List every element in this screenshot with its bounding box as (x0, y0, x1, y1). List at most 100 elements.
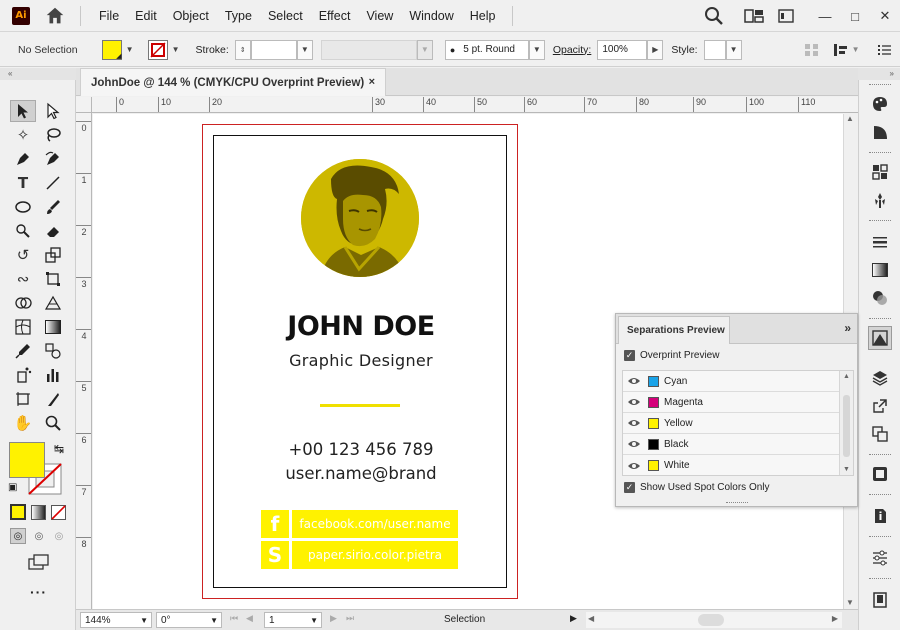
slice-tool-icon[interactable] (40, 388, 66, 410)
eraser-icon[interactable] (40, 220, 66, 242)
lasso-icon[interactable] (40, 124, 66, 146)
zoom-tool-icon[interactable] (40, 412, 66, 434)
column-graph-icon[interactable] (40, 364, 66, 386)
maximize-button[interactable]: □ (840, 0, 870, 32)
gradient-mode-button[interactable] (31, 505, 46, 520)
draw-behind-icon[interactable]: ◎ (31, 528, 47, 544)
eyedropper-icon[interactable] (10, 340, 36, 362)
symbols-panel-icon[interactable] (868, 188, 892, 212)
spot-colors-checkbox[interactable]: ✓ Show Used Spot Colors Only (624, 482, 770, 493)
perspective-grid-icon[interactable] (40, 292, 66, 314)
ink-list-scrollbar[interactable]: ▲ ▼ (839, 371, 853, 475)
dock-grip[interactable] (869, 454, 891, 457)
brush-select[interactable]: ● 5 pt. Round (444, 39, 529, 60)
magic-wand-icon[interactable]: ✧ (10, 124, 36, 146)
menu-edit[interactable]: Edit (127, 9, 165, 23)
scale-tool-icon[interactable] (40, 244, 66, 266)
horizontal-scrollbar[interactable]: ◀ ▶ (586, 612, 842, 628)
dock-grip[interactable] (869, 578, 891, 581)
panel-menu-icon[interactable]: » (844, 321, 851, 335)
ink-row-cyan[interactable]: Cyan (623, 371, 839, 392)
scroll-up-arrow[interactable]: ▲ (846, 114, 854, 123)
draw-inside-icon[interactable]: ◎ (51, 528, 67, 544)
menu-type[interactable]: Type (217, 9, 260, 23)
dock-grip[interactable] (869, 494, 891, 497)
ink-row-black[interactable]: Black (623, 434, 839, 455)
symbol-sprayer-icon[interactable] (10, 364, 36, 386)
warp-tool-icon[interactable]: ∾ (10, 268, 36, 290)
ruler-origin[interactable] (76, 97, 92, 112)
export-icon[interactable] (868, 394, 892, 418)
mesh-tool-icon[interactable] (10, 316, 36, 338)
scroll-down-arrow[interactable]: ▼ (843, 466, 850, 473)
eye-icon[interactable] (627, 376, 641, 386)
color-mode-button[interactable] (10, 504, 26, 520)
menu-effect[interactable]: Effect (311, 9, 359, 23)
chevron-down-icon[interactable]: ▼ (528, 39, 545, 60)
menu-window[interactable]: Window (401, 9, 461, 23)
separations-preview-icon[interactable] (868, 326, 892, 350)
ink-row-white[interactable]: White (623, 455, 839, 476)
transform-icon[interactable] (832, 43, 850, 57)
ink-row-yellow[interactable]: Yellow (623, 413, 839, 434)
shape-builder-icon[interactable] (10, 292, 36, 314)
dock-grip[interactable] (869, 318, 891, 321)
menu-file[interactable]: File (91, 9, 127, 23)
checkbox-checked-icon[interactable]: ✓ (624, 350, 635, 361)
libraries-panel-icon[interactable] (868, 462, 892, 486)
eye-icon[interactable] (627, 461, 641, 471)
toolbar-collapse-handle[interactable]: « (0, 68, 76, 80)
panel-menu-icon[interactable] (877, 44, 892, 56)
ellipse-tool-icon[interactable] (10, 196, 36, 218)
stroke-swatch[interactable] (147, 39, 168, 60)
fill-color-swatch-front[interactable] (9, 442, 45, 478)
scroll-right-arrow[interactable]: ▶ (832, 614, 838, 623)
pen-tool-icon[interactable] (10, 148, 36, 170)
chevron-down-icon[interactable]: ▼ (122, 40, 138, 60)
chevron-down-icon[interactable]: ▼ (725, 39, 742, 60)
panel-collapse-handle[interactable]: » (858, 68, 900, 80)
shaper-tool-icon[interactable] (10, 220, 36, 242)
selection-tool[interactable] (10, 100, 36, 122)
chevron-right-icon[interactable]: ▶ (647, 39, 664, 60)
none-mode-button[interactable] (51, 505, 66, 520)
separations-preview-tab[interactable]: Separations Preview (618, 316, 730, 344)
color-panel-icon[interactable] (868, 92, 892, 116)
menu-view[interactable]: View (358, 9, 401, 23)
stroke-panel-icon[interactable] (868, 230, 892, 254)
learn-panel-icon[interactable] (868, 588, 892, 612)
scroll-thumb[interactable] (843, 395, 850, 457)
dock-grip[interactable] (869, 152, 891, 155)
stroke-weight-input[interactable] (250, 39, 297, 60)
rotate-tool-icon[interactable]: ↺ (10, 244, 36, 266)
chevron-down-icon[interactable]: ▼ (296, 39, 313, 60)
search-icon[interactable] (704, 6, 724, 26)
properties-panel-icon[interactable] (868, 546, 892, 570)
status-menu-arrow[interactable]: ▶ (570, 613, 577, 624)
ink-row-magenta[interactable]: Magenta (623, 392, 839, 413)
minimize-button[interactable]: — (810, 0, 840, 32)
overprint-preview-checkbox[interactable]: ✓ Overprint Preview (624, 350, 719, 361)
direct-selection-tool[interactable] (40, 100, 66, 122)
opacity-label[interactable]: Opacity: (553, 44, 592, 56)
paintbrush-icon[interactable] (40, 196, 66, 218)
draw-normal-icon[interactable]: ◎ (10, 528, 26, 544)
profile-photo[interactable] (301, 159, 419, 277)
stroke-stepper[interactable]: ⇕ (234, 39, 251, 60)
panel-resize-grip[interactable] (726, 502, 748, 505)
graphic-style-swatch[interactable] (703, 39, 726, 60)
eye-icon[interactable] (627, 439, 641, 449)
scroll-left-arrow[interactable]: ◀ (588, 614, 594, 623)
gradient-tool-icon[interactable] (40, 316, 66, 338)
transparency-panel-icon[interactable] (868, 286, 892, 310)
menu-object[interactable]: Object (165, 9, 217, 23)
opacity-input[interactable]: 100% (597, 39, 648, 60)
eye-icon[interactable] (627, 418, 641, 428)
workspace-icon[interactable] (744, 8, 764, 24)
screen-mode-icon[interactable] (28, 554, 50, 573)
arrange-documents-icon[interactable] (778, 8, 794, 24)
menu-help[interactable]: Help (462, 9, 504, 23)
swap-colors-icon[interactable]: ↹ (54, 442, 64, 456)
artboard-number-select[interactable]: 1 ▼ (264, 612, 322, 628)
scroll-down-arrow[interactable]: ▼ (846, 598, 854, 607)
